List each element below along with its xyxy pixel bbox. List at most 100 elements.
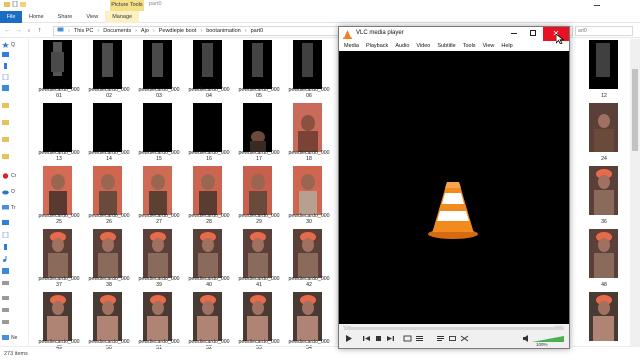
- nav-item-documents[interactable]: [2, 231, 9, 239]
- file-thumbnail[interactable]: pewdiecardo_000 38: [80, 229, 129, 293]
- breadcrumb-item[interactable]: Documents: [103, 28, 131, 34]
- breadcrumb-item[interactable]: This PC: [74, 28, 94, 34]
- nav-item-drive[interactable]: [2, 319, 9, 325]
- up-arrow-icon[interactable]: ↑: [38, 27, 42, 34]
- file-thumbnail[interactable]: pewdiecardo_000 41: [230, 229, 279, 293]
- file-thumbnail[interactable]: pewdiecardo_000 16: [180, 103, 229, 167]
- nav-item-downloads[interactable]: [2, 244, 9, 250]
- fullscreen-icon[interactable]: [403, 334, 412, 343]
- file-thumbnail[interactable]: pewdiecardo_000 05: [230, 40, 279, 104]
- file-thumbnail[interactable]: pewdiecardo_000 27: [130, 166, 179, 230]
- chevron-down-icon[interactable]: ∨: [27, 28, 31, 34]
- nav-item-network[interactable]: Ne: [2, 335, 17, 341]
- stop-icon[interactable]: [374, 334, 383, 343]
- nav-item-this-pc[interactable]: Tr: [2, 205, 16, 211]
- forward-arrow-icon[interactable]: →: [15, 27, 22, 34]
- file-thumbnail[interactable]: pewdiecardo_000 26: [80, 166, 129, 230]
- vlc-titlebar[interactable]: VLC media player ✕: [339, 27, 569, 41]
- breadcrumb-item[interactable]: bootanimation: [206, 28, 241, 34]
- properties-icon[interactable]: [12, 0, 18, 8]
- menu-media[interactable]: Media: [344, 41, 359, 51]
- new-folder-icon[interactable]: [20, 1, 26, 7]
- nav-item-drive[interactable]: [2, 307, 9, 313]
- picture-tools-tab[interactable]: Picture Tools: [110, 0, 144, 11]
- breadcrumb-item[interactable]: Ajo: [141, 28, 149, 34]
- file-thumbnail[interactable]: pewdiecardo_000 42: [280, 229, 329, 293]
- file-thumbnail[interactable]: pewdiecardo_000 18: [280, 103, 329, 167]
- nav-item-creative-cloud[interactable]: Cr: [2, 173, 16, 179]
- seek-bar[interactable]: [344, 327, 564, 330]
- nav-item-folder[interactable]: [2, 102, 9, 108]
- menu-view[interactable]: View: [483, 41, 495, 51]
- file-thumbnail[interactable]: pewdiecardo_000 01: [30, 40, 79, 104]
- file-thumbnail[interactable]: pewdiecardo_000 40: [180, 229, 229, 293]
- scrollbar-thumb[interactable]: [632, 69, 638, 151]
- search-input[interactable]: art0: [575, 26, 633, 36]
- file-thumbnail[interactable]: pewdiecardo_000 14: [80, 103, 129, 167]
- shuffle-icon[interactable]: [460, 334, 469, 343]
- nav-item-quick-access[interactable]: Q: [2, 42, 15, 48]
- nav-item-onedrive[interactable]: O: [2, 189, 15, 195]
- image-preview: [589, 103, 618, 152]
- file-thumbnail[interactable]: pewdiecardo_000 30: [280, 166, 329, 230]
- file-thumbnail[interactable]: 36: [572, 166, 628, 230]
- file-thumbnail[interactable]: pewdiecardo_000 13: [30, 103, 79, 167]
- next-icon[interactable]: [386, 334, 395, 343]
- playlist-icon[interactable]: [436, 334, 445, 343]
- folder-icon[interactable]: [4, 1, 10, 7]
- file-thumbnail[interactable]: pewdiecardo_000 37: [30, 229, 79, 293]
- tab-view[interactable]: View: [79, 11, 105, 23]
- file-thumbnail[interactable]: 48: [572, 229, 628, 293]
- menu-video[interactable]: Video: [416, 41, 430, 51]
- breadcrumb-item[interactable]: part0: [251, 28, 264, 34]
- maximize-icon[interactable]: [530, 30, 536, 36]
- previous-icon[interactable]: [362, 334, 371, 343]
- file-thumbnail[interactable]: 12: [572, 40, 628, 104]
- back-arrow-icon[interactable]: ←: [4, 27, 11, 34]
- minimize-icon[interactable]: [594, 5, 600, 6]
- breadcrumb-item[interactable]: Pewdiepie boot: [159, 28, 197, 34]
- nav-item-downloads[interactable]: [2, 63, 9, 69]
- file-thumbnail[interactable]: pewdiecardo_000 03: [130, 40, 179, 104]
- loop-icon[interactable]: [448, 334, 457, 343]
- menu-audio[interactable]: Audio: [395, 41, 409, 51]
- nav-item-folder[interactable]: [2, 136, 9, 142]
- extended-settings-icon[interactable]: [415, 334, 424, 343]
- nav-item-folder[interactable]: [2, 119, 9, 125]
- tab-manage[interactable]: Manage: [105, 11, 140, 23]
- nav-item-pictures[interactable]: [2, 268, 9, 274]
- vertical-scrollbar[interactable]: [630, 39, 640, 346]
- speaker-icon[interactable]: [522, 334, 531, 343]
- tab-share[interactable]: Share: [51, 11, 80, 23]
- file-thumbnail[interactable]: pewdiecardo_000 04: [180, 40, 229, 104]
- nav-item-desktop[interactable]: [2, 220, 9, 226]
- file-thumbnail[interactable]: pewdiecardo_000 06: [280, 40, 329, 104]
- menu-tools[interactable]: Tools: [463, 41, 476, 51]
- menu-playback[interactable]: Playback: [366, 41, 388, 51]
- image-preview: [243, 229, 272, 278]
- menu-subtitle[interactable]: Subtitle: [437, 41, 455, 51]
- tab-file[interactable]: File: [0, 11, 22, 23]
- nav-item-desktop[interactable]: [2, 52, 9, 58]
- file-thumbnail[interactable]: pewdiecardo_000 17: [230, 103, 279, 167]
- image-preview: [589, 40, 618, 89]
- nav-item-documents[interactable]: [2, 73, 9, 81]
- minimize-icon[interactable]: [511, 33, 517, 34]
- file-thumbnail[interactable]: pewdiecardo_000 29: [230, 166, 279, 230]
- file-thumbnail[interactable]: pewdiecardo_000 39: [130, 229, 179, 293]
- file-thumbnail[interactable]: 24: [572, 103, 628, 167]
- tab-home[interactable]: Home: [22, 11, 51, 23]
- play-icon[interactable]: [344, 334, 353, 343]
- nav-item-drive[interactable]: [2, 295, 9, 301]
- nav-item-local-disk[interactable]: [2, 280, 9, 286]
- nav-item-pictures[interactable]: [2, 85, 9, 91]
- file-thumbnail[interactable]: pewdiecardo_000 25: [30, 166, 79, 230]
- nav-item-music[interactable]: [2, 256, 9, 262]
- file-thumbnail[interactable]: pewdiecardo_000 28: [180, 166, 229, 230]
- nav-item-folder[interactable]: [2, 153, 9, 159]
- file-thumbnail[interactable]: pewdiecardo_000 15: [130, 103, 179, 167]
- menu-help[interactable]: Help: [501, 41, 512, 51]
- file-thumbnail[interactable]: pewdiecardo_000 02: [80, 40, 129, 104]
- video-area[interactable]: [339, 51, 569, 347]
- image-preview: [93, 229, 122, 278]
